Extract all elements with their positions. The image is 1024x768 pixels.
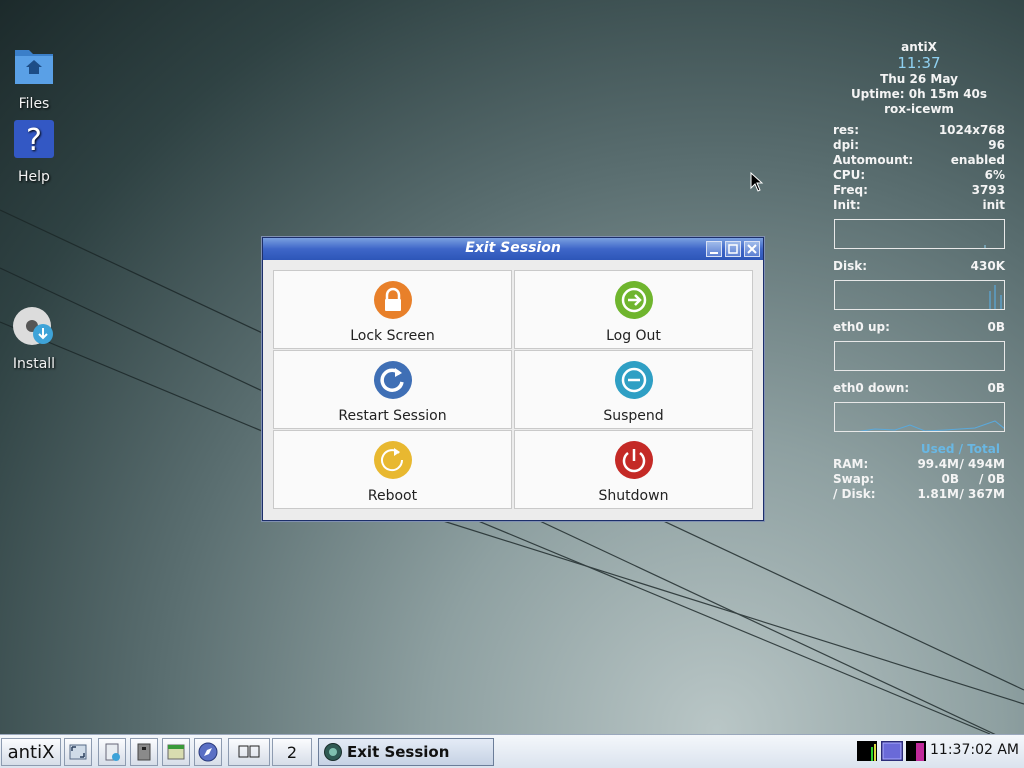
network-monitor-tray-icon[interactable]: [881, 741, 903, 761]
restart-icon: [373, 361, 412, 399]
cpu-monitor-tray-icon[interactable]: [857, 741, 877, 761]
minimize-icon: [710, 252, 718, 254]
memory-monitor-tray-icon[interactable]: [906, 741, 926, 761]
conky-eth-up: eth0 up: 0B: [833, 320, 1005, 334]
disk-graph: [834, 280, 1005, 310]
maximize-button[interactable]: [725, 241, 741, 257]
mouse-cursor-icon: [750, 172, 764, 192]
desktop-icon-files[interactable]: Files: [0, 46, 68, 112]
button-label: Log Out: [606, 328, 661, 344]
start-menu-button[interactable]: antiX: [1, 738, 61, 766]
cpu-graph: [834, 219, 1005, 249]
close-icon: [747, 244, 757, 254]
desktop-icon-label: Install: [12, 356, 56, 372]
archive-icon: [137, 743, 151, 761]
quicklaunch-terminal[interactable]: [130, 738, 158, 766]
dialog-titlebar[interactable]: Exit Session: [263, 238, 763, 260]
conky-stat: Init: init: [833, 198, 1005, 212]
help-icon: ?: [14, 120, 54, 158]
dialog-title: Exit Session: [465, 240, 561, 256]
reboot-button[interactable]: Reboot: [273, 430, 512, 509]
exit-session-dialog: Exit Session Lock Screen Log Out Restart…: [262, 237, 764, 521]
eth-up-graph: [834, 341, 1005, 371]
taskbar-item-label: Exit Session: [347, 743, 450, 761]
maximize-icon: [728, 244, 738, 254]
desktop: Files ? Help Install antiX 11:37 Thu 26 …: [0, 0, 1024, 734]
button-label: Suspend: [603, 408, 664, 424]
show-desktop-icon: [69, 744, 87, 760]
browser-compass-icon: [198, 742, 218, 762]
conky-wm: rox-icewm: [884, 102, 954, 116]
suspend-icon: [614, 361, 653, 399]
exit-session-app-icon: [324, 743, 342, 761]
restart-session-button[interactable]: Restart Session: [273, 350, 512, 429]
button-label: Shutdown: [598, 488, 669, 504]
workspace-2-button[interactable]: 2: [272, 738, 312, 766]
logout-arrow-icon: [614, 281, 653, 319]
exit-options-grid: Lock Screen Log Out Restart Session Susp…: [273, 270, 753, 509]
quicklaunch-browser[interactable]: [194, 738, 222, 766]
quicklaunch-file-manager[interactable]: [98, 738, 126, 766]
workspace-1-button[interactable]: [228, 738, 270, 766]
desktop-icon-label: Help: [18, 169, 50, 185]
power-icon: [614, 441, 653, 479]
desktop-icon-help[interactable]: ? Help: [0, 119, 68, 185]
taskbar: antiX 2 Exit Session 11:37:02 AM: [0, 734, 1024, 768]
folder-home-icon: [15, 50, 53, 84]
log-out-button[interactable]: Log Out: [514, 270, 753, 349]
quicklaunch-editor[interactable]: [162, 738, 190, 766]
svg-text:?: ?: [26, 123, 42, 158]
conky-disk: Disk: 430K: [833, 259, 1005, 273]
eth-down-graph: [834, 402, 1005, 432]
conky-stat: Freq: 3793: [833, 183, 1005, 197]
taskbar-clock[interactable]: 11:37:02 AM: [930, 742, 1019, 758]
desktop-icon-label: Files: [18, 96, 50, 112]
suspend-button[interactable]: Suspend: [514, 350, 753, 429]
lock-screen-button[interactable]: Lock Screen: [273, 270, 512, 349]
install-disc-icon: [13, 307, 53, 345]
button-label: Restart Session: [338, 408, 447, 424]
minimize-button[interactable]: [706, 241, 722, 257]
conky-stat: dpi: 96: [833, 138, 1005, 152]
button-label: Reboot: [367, 488, 418, 504]
conky-stat: res: 1024x768: [833, 123, 1005, 137]
conky-stat: CPU: 6%: [833, 168, 1005, 182]
desktop-icon-install[interactable]: Install: [0, 306, 68, 372]
workspace-windows-icon: [238, 745, 260, 758]
lock-icon: [373, 281, 412, 319]
window-icon: [167, 744, 185, 760]
reboot-icon: [373, 441, 412, 479]
shutdown-button[interactable]: Shutdown: [514, 430, 753, 509]
conky-eth-down: eth0 down: 0B: [833, 381, 1005, 395]
conky-uptime: Uptime: 0h 15m 40s: [850, 87, 988, 101]
button-label: Lock Screen: [350, 328, 435, 344]
close-button[interactable]: [744, 241, 760, 257]
conky-hostname: antiX: [901, 40, 937, 54]
conky-time: 11:37: [897, 54, 941, 72]
conky-monitor: antiX 11:37 Thu 26 May Uptime: 0h 15m 40…: [833, 40, 1005, 502]
conky-stat: Automount: enabled: [833, 153, 1005, 167]
conky-date: Thu 26 May: [880, 72, 958, 86]
quicklaunch-show-desktop[interactable]: [64, 738, 92, 766]
taskbar-item-exit-session[interactable]: Exit Session: [318, 738, 494, 766]
clipboard-icon: [105, 743, 120, 761]
conky-used-total-header: Used / Total: [920, 442, 1000, 456]
conky-memory-table: RAM: 99.4M/ 494M Swap: 0B/ 0B / Disk: 1.81M…: [833, 457, 1005, 501]
